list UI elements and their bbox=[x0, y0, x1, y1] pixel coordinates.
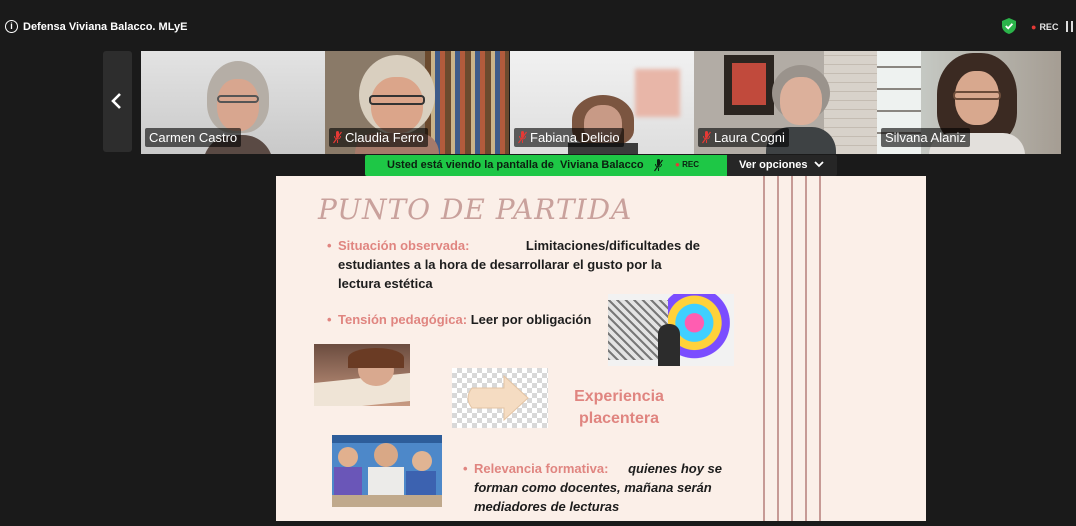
video-tile-silvana-alaniz[interactable]: Silvana Alaniz bbox=[877, 51, 1061, 154]
screen-share-banner: Usted está viendo la pantalla de Viviana… bbox=[365, 155, 728, 176]
wall-art bbox=[732, 63, 766, 105]
chevron-left-icon bbox=[111, 93, 121, 109]
participant-name-label: Laura Cogni bbox=[698, 128, 789, 147]
experience-text: Experiencia placentera bbox=[574, 388, 664, 427]
recording-indicator[interactable]: ● REC bbox=[1031, 21, 1058, 33]
decorative-line bbox=[763, 176, 765, 521]
pause-icon[interactable] bbox=[1066, 21, 1074, 32]
bullet-relevancia-formativa: • Relevancia formativa: quienes hoy se f… bbox=[463, 461, 722, 514]
share-banner-text: Usted está viendo la pantalla de Viviana… bbox=[387, 159, 644, 171]
previous-page-button[interactable] bbox=[103, 51, 132, 152]
shield-check-icon[interactable] bbox=[1002, 18, 1016, 34]
right-arrow-icon bbox=[467, 374, 529, 422]
mic-muted-icon bbox=[654, 159, 663, 172]
participant-name-label: Claudia Ferro bbox=[329, 128, 428, 147]
creativity-collage-image bbox=[608, 294, 734, 366]
presenter-name: Viviana Balacco bbox=[560, 159, 644, 171]
recording-label: REC bbox=[1039, 22, 1059, 32]
info-icon[interactable]: i bbox=[5, 20, 18, 33]
meeting-title: Defensa Viviana Balacco. MLyE bbox=[23, 21, 188, 33]
bored-student-image bbox=[314, 344, 410, 406]
bullet-situacion-observada: • Situación observada: Limitaciones/difi… bbox=[327, 238, 700, 291]
mic-muted-icon bbox=[702, 131, 711, 144]
shared-slide: PUNTO DE PARTIDA • Situación observada: … bbox=[276, 176, 926, 521]
participant-name-label: Fabiana Delicio bbox=[514, 128, 624, 147]
decorative-line bbox=[777, 176, 779, 521]
video-tile-fabiana-delicio[interactable]: Fabiana Delicio bbox=[510, 51, 694, 154]
view-options-button[interactable]: Ver opciones bbox=[727, 155, 837, 176]
participant-name-label: Silvana Alaniz bbox=[881, 128, 970, 147]
video-tile-carmen-castro[interactable]: Carmen Castro bbox=[141, 51, 325, 154]
arrow-image bbox=[452, 368, 548, 428]
bullet-tension-pedagogica: • Tensión pedagógica: Leer por obligació… bbox=[327, 312, 592, 327]
video-tile-laura-cogni[interactable]: Laura Cogni bbox=[694, 51, 878, 154]
mic-muted-icon bbox=[333, 131, 342, 144]
meeting-topbar: i Defensa Viviana Balacco. MLyE ● REC bbox=[0, 0, 1076, 50]
share-rec-label: ● REC bbox=[675, 160, 699, 169]
video-tile-claudia-ferro[interactable]: Claudia Ferro bbox=[325, 51, 509, 154]
decorative-line bbox=[791, 176, 793, 521]
slide-title: PUNTO DE PARTIDA bbox=[318, 193, 633, 226]
classroom-reading-image bbox=[332, 435, 442, 507]
background-picture bbox=[635, 69, 680, 117]
mic-muted-icon bbox=[518, 131, 527, 144]
decorative-line bbox=[805, 176, 807, 521]
chevron-down-icon bbox=[813, 161, 824, 168]
participant-name-label: Carmen Castro bbox=[145, 128, 242, 147]
decorative-line bbox=[819, 176, 821, 521]
